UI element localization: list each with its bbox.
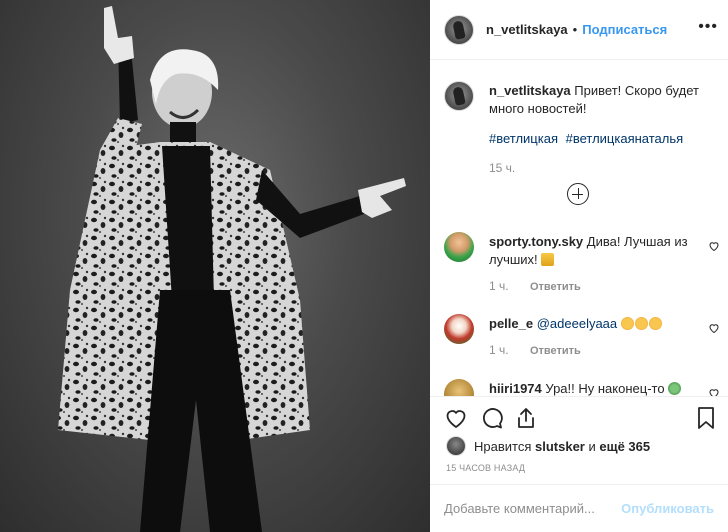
reply-button[interactable]: Ответить [530, 345, 581, 357]
comment-meta: 1 ч. Ответить [489, 343, 581, 357]
comment-username[interactable]: pelle_e [489, 316, 533, 331]
photo-illustration [58, 6, 406, 532]
bookmark-icon[interactable] [694, 406, 718, 430]
publish-button[interactable]: Опубликовать [621, 501, 714, 516]
share-icon[interactable] [514, 406, 538, 430]
commenter-avatar[interactable] [444, 314, 474, 344]
comment-time: 1 ч. [489, 279, 509, 293]
likes-count[interactable]: ещё 365 [599, 439, 650, 454]
comment-heart-icon[interactable] [708, 240, 720, 252]
follow-button[interactable]: Подписаться [582, 22, 667, 37]
clover-emoji-icon [668, 382, 682, 395]
hashtag-link[interactable]: #ветлицкая [489, 131, 558, 146]
caption-text: n_vetlitskaya Привет! Скоро будет много … [489, 82, 709, 118]
comment-body: Ура!! Ну наконец-то [545, 381, 665, 396]
likes-summary: Нравится slutsker и ещё 365 [446, 436, 650, 456]
comment-icon[interactable] [480, 406, 504, 430]
heart-icon[interactable] [444, 406, 468, 430]
add-comment-bar: Опубликовать [430, 484, 728, 532]
post-photo[interactable] [0, 0, 430, 532]
comment-mention[interactable]: @adeeelyaaa [537, 316, 617, 331]
comment-username[interactable]: hiiri1974 [489, 381, 542, 396]
caption-avatar[interactable] [444, 81, 474, 111]
comment-meta: 1 ч. Ответить [489, 279, 581, 293]
comment-text: pelle_e @adeeelyaaa [489, 315, 689, 333]
comment-heart-icon[interactable] [708, 387, 720, 396]
heart-eyes-emoji-icon [634, 317, 648, 330]
load-more-plus-icon[interactable] [567, 183, 589, 205]
comment-text: sporty.tony.sky Дива! Лучшая из лучших! [489, 233, 689, 269]
comment-username[interactable]: sporty.tony.sky [489, 234, 583, 249]
caption-username[interactable]: n_vetlitskaya [489, 83, 571, 98]
more-dots-icon[interactable]: ••• [698, 19, 718, 35]
add-comment-input[interactable] [444, 495, 624, 521]
comment-text: hiiri1974 Ура!! Ну наконец-то [489, 380, 719, 396]
heart-eyes-emoji-icon [648, 317, 662, 330]
reply-button[interactable]: Ответить [530, 281, 581, 293]
author-avatar[interactable] [444, 14, 474, 45]
comment-time: 1 ч. [489, 343, 509, 357]
caption-time: 15 ч. [489, 161, 516, 175]
heart-eyes-emoji-icon [620, 317, 634, 330]
liker-username[interactable]: slutsker [535, 439, 585, 454]
post-header: n_vetlitskaya • Подписаться ••• [430, 0, 728, 60]
likes-prefix: Нравится [474, 438, 532, 454]
comments-list[interactable]: n_vetlitskaya Привет! Скоро будет много … [430, 61, 728, 396]
post-time: 15 ЧАСОВ НАЗАД [446, 463, 526, 473]
post-side-panel: n_vetlitskaya • Подписаться ••• n_vetlit… [430, 0, 728, 532]
commenter-avatar[interactable] [444, 232, 474, 262]
likes-middle: и [588, 438, 596, 454]
hashtag-link[interactable]: #ветлицкаянаталья [566, 131, 684, 146]
hashtag-list: #ветлицкая #ветлицкаянаталья [489, 131, 687, 146]
separator-dot: • [572, 22, 578, 37]
liker-avatar[interactable] [446, 436, 466, 456]
crown-emoji-icon [541, 253, 555, 266]
comment-heart-icon[interactable] [708, 322, 720, 334]
commenter-avatar[interactable] [444, 379, 474, 396]
author-username[interactable]: n_vetlitskaya [486, 22, 568, 37]
